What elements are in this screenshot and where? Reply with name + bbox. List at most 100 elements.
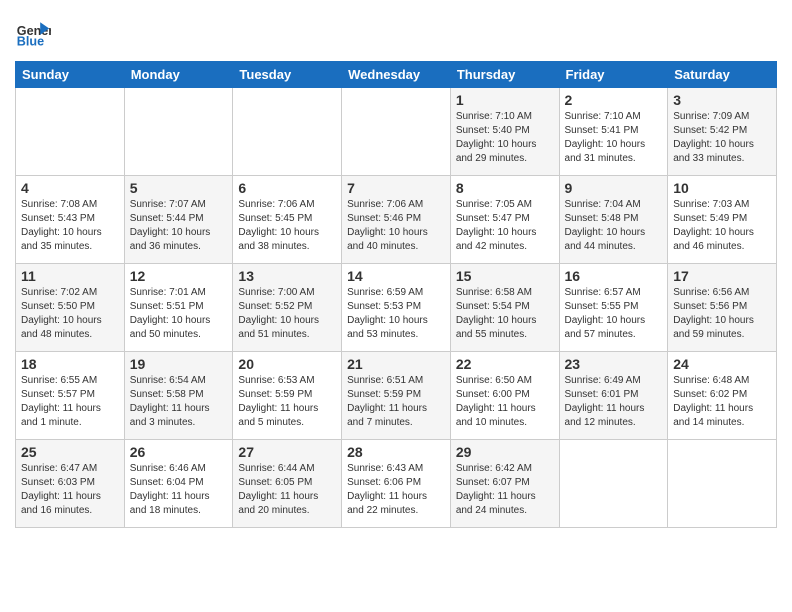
weekday-header-saturday: Saturday: [668, 62, 777, 88]
day-info: Sunrise: 6:43 AMSunset: 6:06 PMDaylight:…: [347, 462, 445, 518]
calendar-cell: [668, 440, 777, 528]
day-number: 22: [456, 356, 554, 372]
calendar-cell: 20 Sunrise: 6:53 AMSunset: 5:59 PMDayligh…: [233, 352, 342, 440]
calendar-cell: 4 Sunrise: 7:08 AMSunset: 5:43 PMDaylight…: [16, 176, 125, 264]
weekday-header-tuesday: Tuesday: [233, 62, 342, 88]
day-number: 17: [673, 268, 771, 284]
calendar-cell: 3 Sunrise: 7:09 AMSunset: 5:42 PMDaylight…: [668, 88, 777, 176]
calendar-cell: 11 Sunrise: 7:02 AMSunset: 5:50 PMDayligh…: [16, 264, 125, 352]
calendar-cell: 18 Sunrise: 6:55 AMSunset: 5:57 PMDayligh…: [16, 352, 125, 440]
calendar-cell: 6 Sunrise: 7:06 AMSunset: 5:45 PMDaylight…: [233, 176, 342, 264]
calendar-cell: 10 Sunrise: 7:03 AMSunset: 5:49 PMDayligh…: [668, 176, 777, 264]
weekday-header-friday: Friday: [559, 62, 668, 88]
day-info: Sunrise: 7:00 AMSunset: 5:52 PMDaylight:…: [238, 286, 336, 342]
calendar-table: SundayMondayTuesdayWednesdayThursdayFrid…: [15, 61, 777, 528]
day-number: 6: [238, 180, 336, 196]
day-number: 3: [673, 92, 771, 108]
day-info: Sunrise: 6:57 AMSunset: 5:55 PMDaylight:…: [565, 286, 663, 342]
day-info: Sunrise: 6:59 AMSunset: 5:53 PMDaylight:…: [347, 286, 445, 342]
day-number: 10: [673, 180, 771, 196]
page-header: General Blue: [15, 15, 777, 51]
calendar-cell: 14 Sunrise: 6:59 AMSunset: 5:53 PMDayligh…: [342, 264, 451, 352]
calendar-cell: 28 Sunrise: 6:43 AMSunset: 6:06 PMDayligh…: [342, 440, 451, 528]
day-number: 25: [21, 444, 119, 460]
day-info: Sunrise: 6:44 AMSunset: 6:05 PMDaylight:…: [238, 462, 336, 518]
calendar-cell: 16 Sunrise: 6:57 AMSunset: 5:55 PMDayligh…: [559, 264, 668, 352]
day-info: Sunrise: 6:42 AMSunset: 6:07 PMDaylight:…: [456, 462, 554, 518]
calendar-cell: 1 Sunrise: 7:10 AMSunset: 5:40 PMDaylight…: [450, 88, 559, 176]
day-info: Sunrise: 6:53 AMSunset: 5:59 PMDaylight:…: [238, 374, 336, 430]
day-info: Sunrise: 7:04 AMSunset: 5:48 PMDaylight:…: [565, 198, 663, 254]
day-info: Sunrise: 6:55 AMSunset: 5:57 PMDaylight:…: [21, 374, 119, 430]
day-info: Sunrise: 7:06 AMSunset: 5:45 PMDaylight:…: [238, 198, 336, 254]
day-number: 5: [130, 180, 228, 196]
day-number: 28: [347, 444, 445, 460]
calendar-cell: 17 Sunrise: 6:56 AMSunset: 5:56 PMDayligh…: [668, 264, 777, 352]
calendar-cell: 26 Sunrise: 6:46 AMSunset: 6:04 PMDayligh…: [124, 440, 233, 528]
day-number: 16: [565, 268, 663, 284]
day-info: Sunrise: 6:54 AMSunset: 5:58 PMDaylight:…: [130, 374, 228, 430]
day-info: Sunrise: 6:48 AMSunset: 6:02 PMDaylight:…: [673, 374, 771, 430]
calendar-cell: 23 Sunrise: 6:49 AMSunset: 6:01 PMDayligh…: [559, 352, 668, 440]
day-number: 12: [130, 268, 228, 284]
day-info: Sunrise: 6:46 AMSunset: 6:04 PMDaylight:…: [130, 462, 228, 518]
calendar-cell: 19 Sunrise: 6:54 AMSunset: 5:58 PMDayligh…: [124, 352, 233, 440]
day-number: 18: [21, 356, 119, 372]
day-number: 11: [21, 268, 119, 284]
day-number: 1: [456, 92, 554, 108]
day-number: 27: [238, 444, 336, 460]
calendar-cell: 2 Sunrise: 7:10 AMSunset: 5:41 PMDaylight…: [559, 88, 668, 176]
calendar-cell: [16, 88, 125, 176]
day-number: 2: [565, 92, 663, 108]
day-info: Sunrise: 7:08 AMSunset: 5:43 PMDaylight:…: [21, 198, 119, 254]
day-info: Sunrise: 7:06 AMSunset: 5:46 PMDaylight:…: [347, 198, 445, 254]
calendar-cell: 13 Sunrise: 7:00 AMSunset: 5:52 PMDayligh…: [233, 264, 342, 352]
calendar-cell: 22Sunrise: 6:50 AMSunset: 6:00 PMDayligh…: [450, 352, 559, 440]
calendar-cell: 12 Sunrise: 7:01 AMSunset: 5:51 PMDayligh…: [124, 264, 233, 352]
day-number: 21: [347, 356, 445, 372]
calendar-cell: 15 Sunrise: 6:58 AMSunset: 5:54 PMDayligh…: [450, 264, 559, 352]
day-number: 19: [130, 356, 228, 372]
day-number: 13: [238, 268, 336, 284]
calendar-cell: [342, 88, 451, 176]
day-info: Sunrise: 7:10 AMSunset: 5:40 PMDaylight:…: [456, 110, 554, 166]
day-number: 26: [130, 444, 228, 460]
logo-icon: General Blue: [15, 15, 51, 51]
day-info: Sunrise: 7:05 AMSunset: 5:47 PMDaylight:…: [456, 198, 554, 254]
svg-text:Blue: Blue: [17, 35, 44, 49]
weekday-header-wednesday: Wednesday: [342, 62, 451, 88]
weekday-header-sunday: Sunday: [16, 62, 125, 88]
day-number: 14: [347, 268, 445, 284]
weekday-header-thursday: Thursday: [450, 62, 559, 88]
day-number: 23: [565, 356, 663, 372]
day-info: Sunrise: 7:01 AMSunset: 5:51 PMDaylight:…: [130, 286, 228, 342]
day-number: 8: [456, 180, 554, 196]
calendar-cell: [559, 440, 668, 528]
day-info: Sunrise: 7:10 AMSunset: 5:41 PMDaylight:…: [565, 110, 663, 166]
day-info: Sunrise: 6:51 AMSunset: 5:59 PMDaylight:…: [347, 374, 445, 430]
calendar-cell: 27 Sunrise: 6:44 AMSunset: 6:05 PMDayligh…: [233, 440, 342, 528]
calendar-cell: 25 Sunrise: 6:47 AMSunset: 6:03 PMDayligh…: [16, 440, 125, 528]
calendar-cell: 5 Sunrise: 7:07 AMSunset: 5:44 PMDaylight…: [124, 176, 233, 264]
day-info: Sunrise: 7:07 AMSunset: 5:44 PMDaylight:…: [130, 198, 228, 254]
day-info: Sunrise: 6:47 AMSunset: 6:03 PMDaylight:…: [21, 462, 119, 518]
day-info: Sunrise: 7:09 AMSunset: 5:42 PMDaylight:…: [673, 110, 771, 166]
day-number: 20: [238, 356, 336, 372]
calendar-cell: 9Sunrise: 7:04 AMSunset: 5:48 PMDaylight…: [559, 176, 668, 264]
day-number: 15: [456, 268, 554, 284]
logo: General Blue: [15, 15, 53, 51]
day-info: Sunrise: 7:03 AMSunset: 5:49 PMDaylight:…: [673, 198, 771, 254]
day-number: 7: [347, 180, 445, 196]
day-number: 4: [21, 180, 119, 196]
day-number: 24: [673, 356, 771, 372]
day-info: Sunrise: 6:56 AMSunset: 5:56 PMDaylight:…: [673, 286, 771, 342]
day-number: 29: [456, 444, 554, 460]
calendar-cell: 29 Sunrise: 6:42 AMSunset: 6:07 PMDayligh…: [450, 440, 559, 528]
day-info: Sunrise: 6:49 AMSunset: 6:01 PMDaylight:…: [565, 374, 663, 430]
calendar-cell: 8 Sunrise: 7:05 AMSunset: 5:47 PMDaylight…: [450, 176, 559, 264]
day-info: Sunrise: 6:58 AMSunset: 5:54 PMDaylight:…: [456, 286, 554, 342]
calendar-cell: [124, 88, 233, 176]
calendar-cell: 24 Sunrise: 6:48 AMSunset: 6:02 PMDayligh…: [668, 352, 777, 440]
calendar-cell: 21 Sunrise: 6:51 AMSunset: 5:59 PMDayligh…: [342, 352, 451, 440]
day-info: Sunrise: 7:02 AMSunset: 5:50 PMDaylight:…: [21, 286, 119, 342]
